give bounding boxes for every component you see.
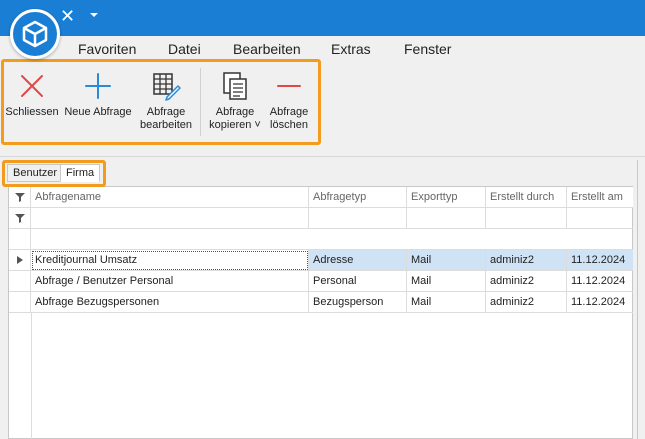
close-tab-icon[interactable]: ✕ xyxy=(60,7,75,27)
filter-cell-abfragetyp[interactable] xyxy=(309,208,407,229)
cell-abfragetyp[interactable]: Bezugsperson xyxy=(309,292,407,313)
cell-exporttyp[interactable]: Mail xyxy=(407,250,486,271)
menu-bearbeiten[interactable]: Bearbeiten xyxy=(233,41,301,57)
filter-row xyxy=(9,208,633,229)
column-header-erstellt-am[interactable]: Erstellt am xyxy=(567,187,633,208)
filter-cell-abfragename[interactable] xyxy=(31,208,309,229)
column-header-exporttyp[interactable]: Exporttyp xyxy=(407,187,486,208)
menu-favoriten[interactable]: Favoriten xyxy=(78,41,136,57)
cell-exporttyp[interactable]: Mail xyxy=(407,292,486,313)
cell-abfragename[interactable]: Abfrage Bezugspersonen xyxy=(31,292,309,313)
tab-firma[interactable]: Firma xyxy=(60,164,101,182)
row-pointer-icon xyxy=(9,250,31,271)
spacer-row xyxy=(9,229,633,250)
close-button[interactable]: Schliessen xyxy=(5,70,59,119)
new-query-button-label: Neue Abfrage xyxy=(64,106,132,118)
side-panel-edge xyxy=(637,160,645,439)
delete-query-button-label: Abfrage löschen xyxy=(269,106,309,131)
cell-abfragetyp[interactable]: Personal xyxy=(309,271,407,292)
spacer-cell xyxy=(31,229,633,250)
query-grid: Abfragename Abfragetyp Exporttyp Erstell… xyxy=(8,186,633,439)
menu-extras[interactable]: Extras xyxy=(331,41,371,57)
close-button-label: Schliessen xyxy=(5,106,59,118)
cell-abfragetyp[interactable]: Adresse xyxy=(309,250,407,271)
cube-icon xyxy=(22,20,48,48)
table-row[interactable]: Abfrage Bezugspersonen Bezugsperson Mail… xyxy=(9,292,633,313)
cell-exporttyp[interactable]: Mail xyxy=(407,271,486,292)
edit-query-button[interactable]: Abfrage bearbeiten xyxy=(138,70,194,132)
minus-icon xyxy=(273,70,305,102)
cell-abfragename[interactable]: Abfrage / Benutzer Personal xyxy=(31,271,309,292)
cell-erstellt-am[interactable]: 11.12.2024 xyxy=(567,292,633,313)
cell-erstellt-durch[interactable]: adminiz2 xyxy=(486,250,567,271)
app-logo[interactable] xyxy=(10,9,60,59)
cell-erstellt-durch[interactable]: adminiz2 xyxy=(486,292,567,313)
spacer-indicator xyxy=(9,229,31,250)
cell-abfragename[interactable]: Kreditjournal Umsatz xyxy=(31,250,309,271)
tab-benutzer[interactable]: Benutzer xyxy=(7,164,64,182)
row-indicator xyxy=(9,292,31,313)
column-header-erstellt-durch[interactable]: Erstellt durch xyxy=(486,187,567,208)
grid-header-row: Abfragename Abfragetyp Exporttyp Erstell… xyxy=(9,187,633,208)
copy-document-icon xyxy=(219,70,251,102)
plus-icon xyxy=(82,70,114,102)
table-row[interactable]: Abfrage / Benutzer Personal Personal Mai… xyxy=(9,271,633,292)
filter-row-icon xyxy=(9,208,31,229)
column-header-abfragetyp[interactable]: Abfragetyp xyxy=(309,187,407,208)
filter-icon[interactable] xyxy=(9,187,31,208)
close-x-icon xyxy=(16,70,48,102)
cell-erstellt-am[interactable]: 11.12.2024 xyxy=(567,271,633,292)
menu-bar: Favoriten Datei Bearbeiten Extras Fenste… xyxy=(0,36,645,62)
copy-query-button-label: Abfrage kopieren ˅ xyxy=(209,106,261,131)
table-edit-icon xyxy=(150,70,182,102)
new-query-button[interactable]: Neue Abfrage xyxy=(62,70,134,119)
ribbon-separator xyxy=(200,68,201,136)
menu-fenster[interactable]: Fenster xyxy=(404,41,451,57)
cell-erstellt-durch[interactable]: adminiz2 xyxy=(486,271,567,292)
filter-cell-erstellt-durch[interactable] xyxy=(486,208,567,229)
column-guide xyxy=(31,313,32,439)
cell-erstellt-am[interactable]: 11.12.2024 xyxy=(567,250,633,271)
row-indicator xyxy=(9,271,31,292)
delete-query-button[interactable]: Abfrage löschen xyxy=(262,70,316,132)
filter-cell-erstellt-am[interactable] xyxy=(567,208,633,229)
filter-cell-exporttyp[interactable] xyxy=(407,208,486,229)
edit-query-button-label: Abfrage bearbeiten xyxy=(140,106,192,131)
copy-query-button[interactable]: Abfrage kopieren ˅ xyxy=(206,70,264,132)
column-header-abfragename[interactable]: Abfragename xyxy=(31,187,309,208)
menu-datei[interactable]: Datei xyxy=(168,41,201,57)
title-bar: ✕ xyxy=(0,0,645,36)
chevron-down-icon[interactable] xyxy=(90,13,98,17)
table-row[interactable]: Kreditjournal Umsatz Adresse Mail admini… xyxy=(9,250,633,271)
